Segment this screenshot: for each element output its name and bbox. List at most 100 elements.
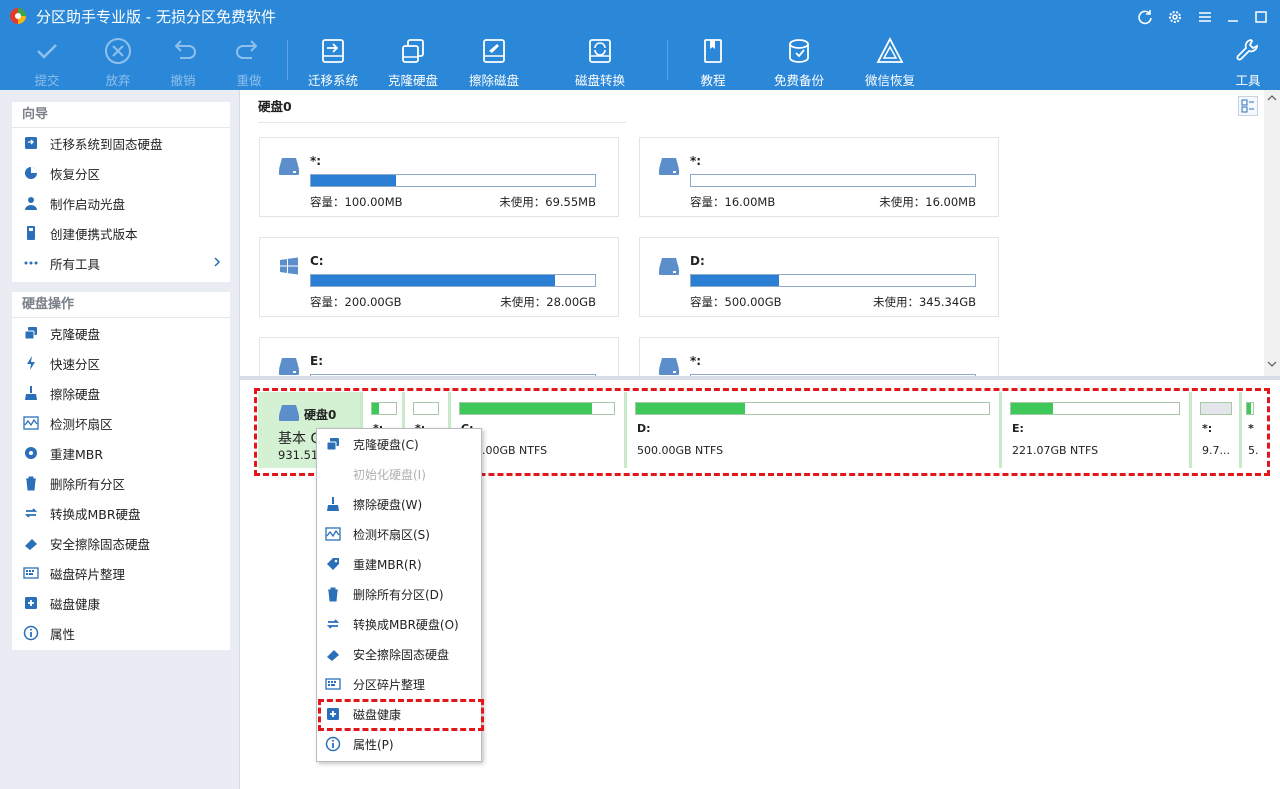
sidebar-item-quick-partition[interactable]: 快速分区 [12,348,230,378]
scroll-down-icon[interactable] [1264,356,1280,372]
wizard-panel: 向导 迁移系统到固态硬盘 恢复分区 制作启动光盘 创建便携式版本 所有工具 [12,102,230,282]
partition-card[interactable]: D: 容量：500.00GB 未使用：345.34GB [639,237,999,317]
clone-disk-button[interactable]: 克隆硬盘 [377,36,449,88]
trash-icon [323,584,343,604]
sidebar-item-clone-disk[interactable]: 克隆硬盘 [12,318,230,348]
disk-convert-button[interactable]: 磁盘转换 [564,36,636,88]
discard-button[interactable]: 放弃 [82,36,154,88]
sidebar-item-wipe-disk[interactable]: 擦除硬盘 [12,378,230,408]
portable-drive-icon [22,224,40,242]
sidebar-item-disk-health[interactable]: 磁盘健康 [12,588,230,618]
tools-button[interactable]: 工具 [1212,36,1280,88]
menu-item-check-bad-sectors[interactable]: 检测坏扇区(S) [317,519,481,549]
migrate-os-button[interactable]: 迁移系统 [297,36,369,88]
menu-item-clone-disk[interactable]: 克隆硬盘(C) [317,429,481,459]
partition-card[interactable]: *: 容量：100.00MB 未使用：69.55MB [259,137,619,217]
broom-icon [323,494,343,514]
window-title: 分区助手专业版 - 无损分区免费软件 [36,8,276,26]
menu-item-properties[interactable]: 属性(P) [317,729,481,759]
sidebar-item-rebuild-mbr[interactable]: 重建MBR [12,438,230,468]
commit-button[interactable]: 提交 [11,36,83,88]
partition-name: C: [310,254,324,268]
sidebar-item-label: 恢复分区 [50,166,101,182]
disk-health-icon [323,704,343,724]
segment-usage-bar [635,402,990,415]
sidebar-item-delete-all-partitions[interactable]: 删除所有分区 [12,468,230,498]
menu-item-wipe-disk[interactable]: 擦除硬盘(W) [317,489,481,519]
segment-usage-fill [1247,403,1251,414]
partition-card[interactable]: *: [639,337,999,380]
segment-usage-fill [1011,403,1053,414]
menu-icon[interactable] [1194,6,1216,28]
vertical-scrollbar[interactable] [1264,90,1280,378]
sidebar-item-check-bad-sectors[interactable]: 检测坏扇区 [12,408,230,438]
defrag-icon [323,674,343,694]
menu-item-defrag[interactable]: 分区碎片整理 [317,669,481,699]
sidebar-item-label: 磁盘健康 [50,596,101,612]
convert-icon [323,614,343,634]
partition-segment[interactable]: *: 9.7... [1192,392,1242,468]
wipe-disk-button[interactable]: 擦除磁盘 [458,36,530,88]
partition-segment[interactable]: D: 500.00GB NTFS [627,392,1002,468]
menu-item-delete-all-partitions[interactable]: 删除所有分区(D) [317,579,481,609]
scroll-up-icon[interactable] [1264,90,1280,106]
free-backup-button[interactable]: 免费备份 [763,36,835,88]
usage-bar [310,274,596,287]
view-toggle-icon[interactable] [1238,96,1258,116]
toolbar-divider [287,40,288,80]
tutorial-button[interactable]: 教程 [677,36,749,88]
sidebar-item-convert-mbr[interactable]: 转换成MBR硬盘 [12,498,230,528]
menu-item-convert-mbr[interactable]: 转换成MBR硬盘(O) [317,609,481,639]
cancel-circle-icon [105,38,131,64]
usage-bar [690,174,976,187]
partition-segment[interactable]: * 5. [1242,392,1266,468]
redo-button[interactable]: 重做 [213,36,285,88]
maximize-icon[interactable] [1250,6,1272,28]
sidebar-item-boot-cd[interactable]: 制作启动光盘 [12,188,230,218]
menu-item-initialize-disk: 初始化硬盘(I) [317,459,481,489]
more-dots-icon [22,254,40,272]
sidebar-item-all-tools[interactable]: 所有工具 [12,248,230,278]
menu-item-disk-health[interactable]: 磁盘健康 [317,699,481,729]
disk-convert-icon [589,39,611,63]
menu-item-rebuild-mbr[interactable]: 重建MBR(R) [317,549,481,579]
drive-icon [659,358,679,375]
check-icon [37,44,57,59]
menu-item-label: 属性(P) [353,737,394,752]
segment-usage-bar [1246,402,1254,415]
menu-item-label: 克隆硬盘(C) [353,437,419,452]
refresh-icon[interactable] [1134,6,1156,28]
segment-label: E: [1012,422,1024,435]
partition-card[interactable]: E: [259,337,619,380]
partition-name: *: [690,354,702,368]
menu-item-secure-erase-ssd[interactable]: 安全擦除固态硬盘 [317,639,481,669]
info-icon [22,624,40,642]
sidebar-item-defrag[interactable]: 磁盘碎片整理 [12,558,230,588]
settings-gear-icon[interactable] [1164,6,1186,28]
sidebar-item-properties[interactable]: 属性 [12,618,230,648]
undo-button[interactable]: 撤销 [147,36,219,88]
sidebar-item-label: 安全擦除固态硬盘 [50,536,151,552]
sidebar-item-secure-erase-ssd[interactable]: 安全擦除固态硬盘 [12,528,230,558]
defrag-icon [22,564,40,582]
sidebar-item-migrate-ssd[interactable]: 迁移系统到固态硬盘 [12,128,230,158]
panel-splitter[interactable] [240,376,1280,380]
partition-card[interactable]: *: 容量：16.00MB 未使用：16.00MB [639,137,999,217]
sidebar-item-portable-version[interactable]: 创建便携式版本 [12,218,230,248]
sidebar-item-recover-partition[interactable]: 恢复分区 [12,158,230,188]
segment-info: 5. [1248,444,1259,457]
minimize-icon[interactable] [1222,6,1244,28]
header-divider [258,122,626,123]
capacity-text: 容量：100.00MB [310,195,403,209]
clone-disk-icon [402,39,424,63]
sidebar-item-label: 迁移系统到固态硬盘 [50,136,163,152]
context-menu: 克隆硬盘(C) 初始化硬盘(I) 擦除硬盘(W) 检测坏扇区(S) 重建MBR(… [316,428,482,762]
partition-segment[interactable]: E: 221.07GB NTFS [1002,392,1192,468]
sidebar-item-label: 创建便携式版本 [50,226,138,242]
lightning-icon [22,354,40,372]
partition-card[interactable]: C: 容量：200.00GB 未使用：28.00GB [259,237,619,317]
convert-icon [22,504,40,522]
wechat-recovery-button[interactable]: 微信恢复 [854,36,926,88]
segment-usage-bar [413,402,439,415]
pulse-icon [323,524,343,544]
